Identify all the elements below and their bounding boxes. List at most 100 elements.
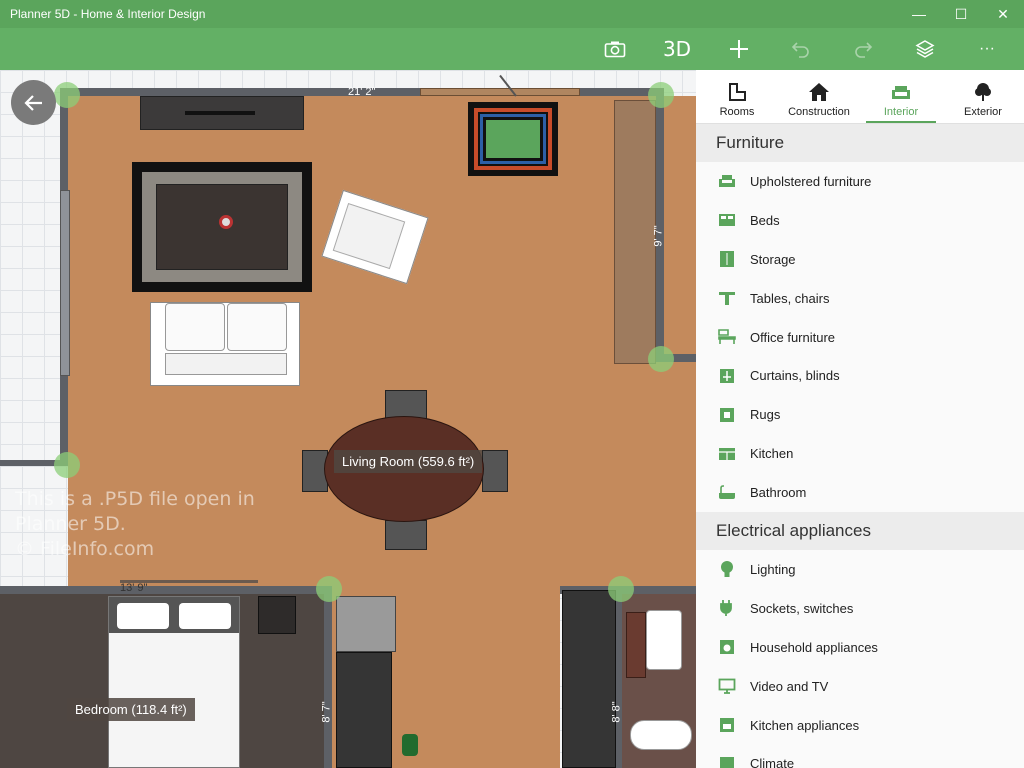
corner-handle[interactable] [54,452,80,478]
bed[interactable] [108,596,240,768]
minimize-button[interactable]: — [898,0,940,28]
corner-handle[interactable] [54,82,80,108]
rug-small[interactable] [468,102,558,176]
catalog-item-climate[interactable]: Climate [696,744,1024,768]
back-button[interactable] [11,80,56,125]
close-button[interactable]: ✕ [982,0,1024,28]
add-button[interactable] [708,28,770,70]
layers-icon [915,40,935,58]
catalog-item-curtains-blinds[interactable]: Curtains, blinds [696,356,1024,395]
tab-label: Interior [883,106,919,118]
watermark: This is a .P5D file open in Planner 5D. … [15,487,255,562]
window-title: Planner 5D - Home & Interior Design [10,7,206,21]
maximize-button[interactable]: ☐ [940,0,982,28]
rug-large[interactable] [132,162,312,292]
tab-rooms[interactable]: Rooms [696,70,778,123]
kitchen-counter-right[interactable] [562,590,616,768]
tab-label: Rooms [719,106,755,118]
bed-icon [718,211,736,229]
catalog-panel: Rooms Construction Interior Exterior Fur… [696,70,1024,768]
catalog-item-office-furniture[interactable]: Office furniture [696,318,1024,357]
sofa[interactable] [150,302,300,386]
tab-label: Exterior [964,106,1002,118]
floor-plan-canvas[interactable]: 21' 2" 9' 7" 13' 9" 8' 7" 8' 8" Living R… [0,70,696,768]
rug-icon [718,406,736,424]
window-top[interactable] [420,88,580,96]
dimension-right: 9' 7" [652,225,665,247]
section-header-electrical-appliances: Electrical appliances [696,512,1024,551]
catalog-item-bathroom[interactable]: Bathroom [696,473,1024,512]
corner-handle[interactable] [316,576,342,602]
catalog-item-storage[interactable]: Storage [696,240,1024,279]
watermark-line: © FileInfo.com [15,538,155,560]
redo-button[interactable] [832,28,894,70]
sink[interactable] [646,610,682,670]
catalog-item-upholstered-furniture[interactable]: Upholstered furniture [696,162,1024,201]
bulb-icon [718,560,736,578]
window-left[interactable] [60,190,70,376]
camera-button[interactable] [584,28,646,70]
cabinet[interactable] [614,100,656,364]
tv-stand[interactable] [140,96,304,130]
dimension-bedroom: 13' 9" [120,582,148,594]
coffee-table[interactable] [156,184,288,270]
catalog-item-label: Household appliances [750,639,878,655]
tv-icon [718,677,736,695]
catalog-item-label: Tables, chairs [750,290,830,306]
tree-icon [975,83,991,101]
catalog-item-label: Lighting [750,561,796,577]
catalog-item-label: Office furniture [750,329,836,345]
catalog-item-tables-chairs[interactable]: Tables, chairs [696,279,1024,318]
corner-handle[interactable] [648,82,674,108]
tab-construction[interactable]: Construction [778,70,860,123]
catalog-item-rugs[interactable]: Rugs [696,395,1024,434]
house-icon [809,83,829,101]
chair-bottom[interactable] [385,520,427,550]
tab-interior[interactable]: Interior [860,70,942,123]
toilet[interactable] [630,720,692,750]
chair-right[interactable] [482,450,508,492]
corner-handle[interactable] [608,576,634,602]
undo-button[interactable] [770,28,832,70]
kitchen-icon [718,445,736,463]
bathtub-icon [718,484,736,502]
section-header-furniture: Furniture [696,124,1024,162]
wall-right-upper[interactable] [656,88,664,358]
corner-handle[interactable] [648,346,674,372]
catalog-item-label: Kitchen appliances [750,717,860,733]
window-icon [718,367,736,385]
catalog-item-beds[interactable]: Beds [696,201,1024,240]
shelf[interactable] [626,612,646,678]
catalog-item-label: Bathroom [750,485,807,501]
nightstand[interactable] [258,596,296,634]
table-icon [718,289,736,307]
catalog-item-label: Rugs [750,407,781,423]
catalog-item-lighting[interactable]: Lighting [696,550,1024,589]
sofa-icon [718,172,736,190]
plant-pot[interactable] [402,734,418,756]
view-3d-label: 3D [662,37,692,61]
catalog-item-video-and-tv[interactable]: Video and TV [696,667,1024,706]
catalog-item-sockets-switches[interactable]: Sockets, switches [696,589,1024,628]
decor-item[interactable] [219,215,233,229]
room-label-bedroom[interactable]: Bedroom (118.4 ft²) [67,698,195,721]
catalog-item-kitchen[interactable]: Kitchen [696,434,1024,473]
catalog-item-label: Sockets, switches [750,600,854,616]
tab-exterior[interactable]: Exterior [942,70,1024,123]
catalog-item-household-appliances[interactable]: Household appliances [696,628,1024,667]
category-tabs: Rooms Construction Interior Exterior [696,70,1024,124]
more-button[interactable]: ··· [956,28,1018,70]
rooms-icon [729,83,746,101]
wall-bedroom-top[interactable] [0,586,330,594]
dimension-top: 21' 2" [348,86,376,98]
room-label-living[interactable]: Living Room (559.6 ft²) [334,450,483,473]
view-3d-button[interactable]: 3D [646,28,708,70]
catalog-item-kitchen-appliances[interactable]: Kitchen appliances [696,706,1024,745]
kitchen-counter-left[interactable] [336,652,392,768]
tv[interactable] [185,111,255,115]
undo-icon [791,42,809,58]
wall-bedroom-right[interactable] [324,586,332,768]
layers-button[interactable] [894,28,956,70]
fridge[interactable] [336,596,396,652]
climate-icon [718,755,736,768]
